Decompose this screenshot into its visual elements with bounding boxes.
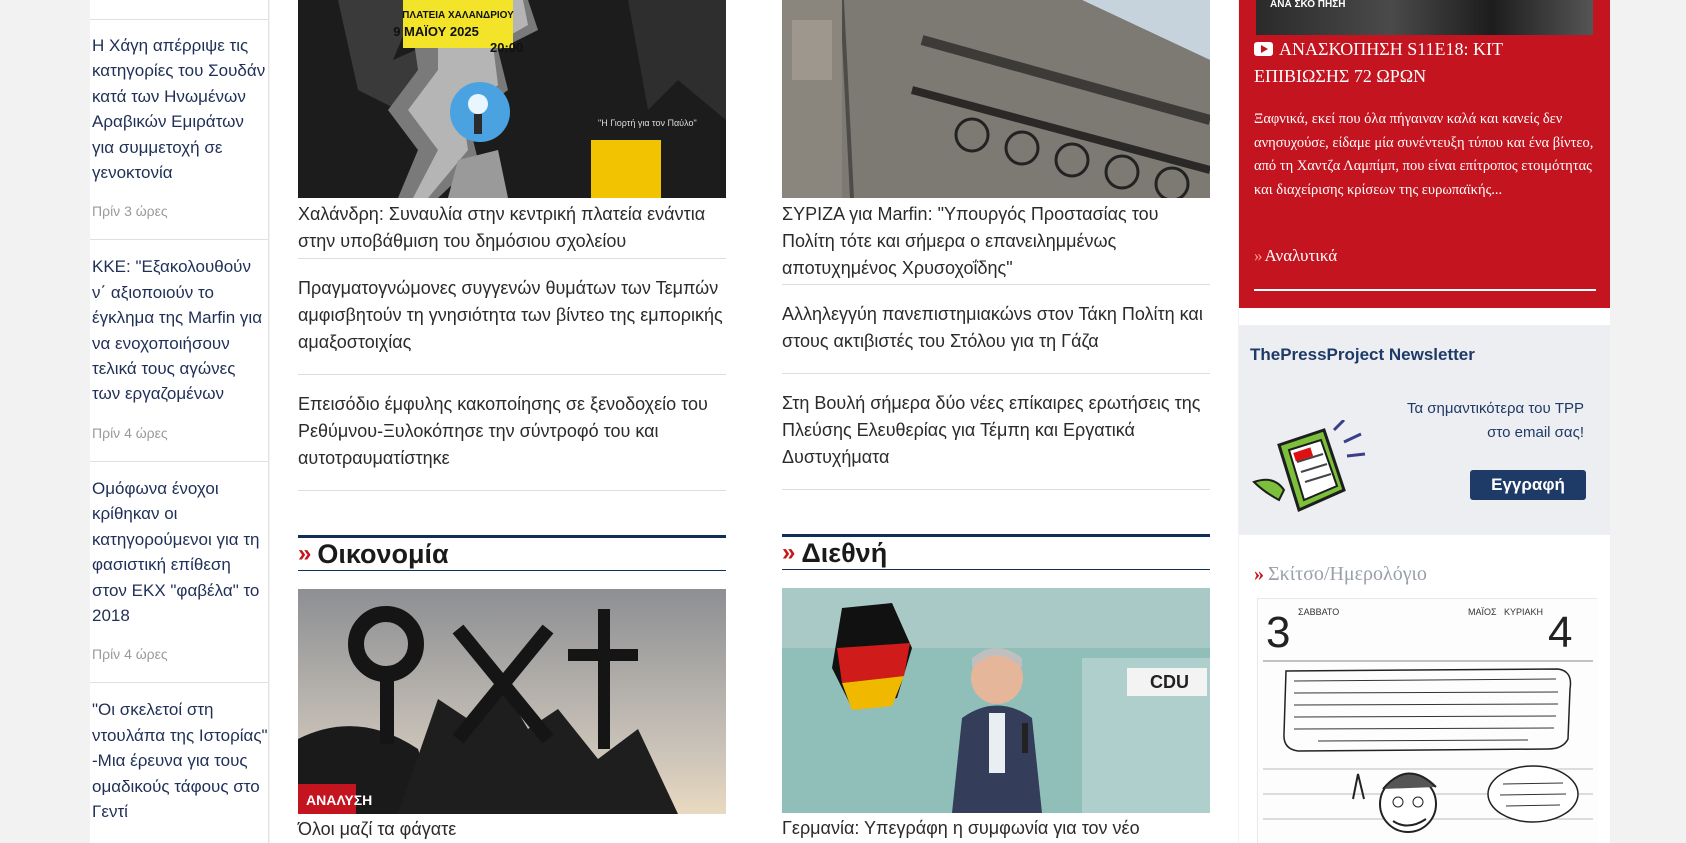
section-marker-icon: »: [1254, 563, 1264, 585]
sketch-weekday-1: ΣΑΒΒΑΤΟ: [1298, 607, 1339, 617]
concert-poster-image[interactable]: ΠΛΑΤΕΙΑ ΧΑΛΑΝΔΡΙΟΥ 9 ΜΑΪΟΥ 2025 20:00 "Η…: [298, 0, 726, 198]
section-lead-title[interactable]: Όλοι μαζί τα φάγατε: [298, 814, 726, 843]
story-item[interactable]: Στη Βουλή σήμερα δύο νέες επίκαιρες ερωτ…: [782, 373, 1210, 489]
feed-item[interactable]: ΚΚΕ: "Εξακολουθούν ν΄ αξιοποιούν το έγκλ…: [90, 239, 268, 460]
story-item[interactable]: Αλληλεγγύη πανεπιστημιακώνs στον Τάκη Πο…: [782, 284, 1210, 373]
economy-lead-image[interactable]: ΑΝΑΛΥΣΗ: [298, 589, 726, 814]
poster-line1: ΠΛΑΤΕΙΑ ΧΑΛΑΝΔΡΙΟΥ: [402, 10, 514, 21]
feed-item[interactable]: "Οι σκελετοί στη ντουλάπα της Ιστορίας" …: [90, 682, 268, 843]
lead-story-title[interactable]: Χαλάνδρη: Συναυλία στην κεντρική πλατεία…: [298, 198, 726, 255]
feed-item-title[interactable]: "Οι σκελετοί στη ντουλάπα της Ιστορίας" …: [92, 697, 268, 824]
promo-thumbnail[interactable]: ΑΝΑ ΣΚΟ ΠΗΣΗ: [1256, 0, 1593, 35]
sketch-month: ΜΑΪΟΣ: [1468, 607, 1497, 617]
section-title[interactable]: Οικονομία: [317, 540, 448, 568]
feed-item-time: Πρίν 3 ώρες: [92, 203, 168, 220]
divider: [1254, 289, 1596, 291]
newspaper-icon: [1249, 418, 1369, 530]
analysis-badge: ΑΝΑΛΥΣΗ: [306, 792, 372, 808]
promo-excerpt: Ξαφνικά, εκεί που όλα πήγαιναν καλά και …: [1254, 111, 1594, 198]
international-lead-image[interactable]: CDU: [782, 588, 1210, 813]
promo-title-text[interactable]: ΑΝΑΣΚΟΠΗΣΗ S11E18: ΚΙΤ ΕΠΙΒΙΩΣΗΣ 72 ΩΡΩΝ: [1254, 39, 1503, 86]
section-lead-title[interactable]: Γερμανία: Υπεγράφη η συμφωνία για τον νέ…: [782, 813, 1210, 842]
poster-time: 20:00: [490, 40, 523, 55]
feed-item[interactable]: Ομόφωνα ένοχοι κρίθηκαν οι κατηγορούμενο…: [90, 460, 268, 682]
newsletter-text: Τα σημαντικότερα του TPP στο email σας!: [1406, 400, 1584, 441]
feed-item[interactable]: Η Χάγη απέρριψε τις κατηγορίες του Σουδά…: [90, 19, 268, 239]
building-balcony-image[interactable]: [782, 0, 1210, 198]
sketch-weekday-2: ΚΥΡΙΑΚΗ: [1504, 607, 1543, 617]
section-marker-icon: »: [782, 539, 796, 566]
video-promo-box[interactable]: ΑΝΑ ΣΚΟ ΠΗΣΗ ΑΝΑΣΚΟΠΗΣΗ S11E18: ΚΙΤ ΕΠΙΒ…: [1239, 0, 1610, 308]
news-column-right: ΣΥΡΙΖΑ για Marfin: "Υπουργός Προστασίας …: [782, 0, 1210, 842]
section-header-economy[interactable]: » Οικονομία: [298, 535, 726, 571]
divider: [298, 490, 726, 491]
section-header-international[interactable]: » Διεθνή: [782, 534, 1210, 570]
right-sidebar: ΑΝΑ ΣΚΟ ΠΗΣΗ ΑΝΑΣΚΟΠΗΣΗ S11E18: ΚΙΤ ΕΠΙΒ…: [1239, 0, 1610, 843]
sketch-calendar-image[interactable]: 3 ΣΑΒΒΑΤΟ 4 ΜΑΪΟΣ ΚΥΡΙΑΚΗ: [1257, 598, 1598, 843]
sketch-day-1: 3: [1266, 608, 1290, 657]
feed-item-title[interactable]: Η Χάγη απέρριψε τις κατηγορίες του Σουδά…: [92, 33, 268, 185]
feed-item-title[interactable]: Ομόφωνα ένοχοι κρίθηκαν οι κατηγορούμενο…: [92, 476, 268, 628]
subscribe-button[interactable]: Εγγραφή: [1470, 470, 1586, 500]
poster-line2: 9 ΜΑΪΟΥ 2025: [393, 24, 479, 39]
section-title[interactable]: Διεθνή: [801, 539, 887, 567]
sketch-section-title[interactable]: Σκίτσο/Ημερολόγιο: [1268, 563, 1427, 585]
lead-story-title[interactable]: ΣΥΡΙΖΑ για Marfin: "Υπουργός Προστασίας …: [782, 198, 1210, 282]
news-column-left: ΠΛΑΤΕΙΑ ΧΑΛΑΝΔΡΙΟΥ 9 ΜΑΪΟΥ 2025 20:00 "Η…: [298, 0, 726, 843]
feed-item-title[interactable]: ΚΚΕ: "Εξακολουθούν ν΄ αξιοποιούν το έγκλ…: [92, 254, 268, 406]
main-content: ΠΛΑΤΕΙΑ ΧΑΛΑΝΔΡΙΟΥ 9 ΜΑΪΟΥ 2025 20:00 "Η…: [270, 0, 1238, 843]
read-more-label[interactable]: Αναλυτικά: [1265, 246, 1338, 265]
divider: [782, 489, 1210, 490]
sketch-section-header[interactable]: » Σκίτσο/Ημερολόγιο: [1254, 563, 1427, 586]
poster-caption: "Η Γιορτή για τον Παύλο": [598, 118, 697, 128]
cdu-sign: CDU: [1150, 672, 1189, 692]
latest-news-feed: Η Χάγη απέρριψε τις κατηγορίες του Σουδά…: [90, 0, 269, 843]
story-item[interactable]: Επεισόδιο έμφυλης κακοποίησης σε ξενοδοχ…: [298, 374, 726, 490]
newsletter-title: ThePressProject Newsletter: [1250, 345, 1475, 364]
sketch-day-2: 4: [1548, 608, 1572, 657]
chevron-right-icon: »: [1254, 246, 1263, 265]
youtube-icon: [1254, 42, 1273, 56]
read-more-link[interactable]: » Αναλυτικά: [1254, 246, 1337, 266]
promo-title[interactable]: ΑΝΑΣΚΟΠΗΣΗ S11E18: ΚΙΤ ΕΠΙΒΙΩΣΗΣ 72 ΩΡΩΝ: [1254, 36, 1594, 90]
newsletter-box[interactable]: ThePressProject Newsletter Τα σημαντικότ…: [1239, 325, 1610, 535]
feed-item-time: Πρίν 4 ώρες: [92, 646, 168, 663]
feed-item-time: Πρίν 4 ώρες: [92, 424, 168, 441]
section-marker-icon: »: [298, 540, 312, 567]
story-item[interactable]: Πραγματογνώμονες συγγενών θυμάτων των Τε…: [298, 258, 726, 374]
promo-thumbnail-text: ΑΝΑ ΣΚΟ ΠΗΣΗ: [1270, 0, 1346, 10]
